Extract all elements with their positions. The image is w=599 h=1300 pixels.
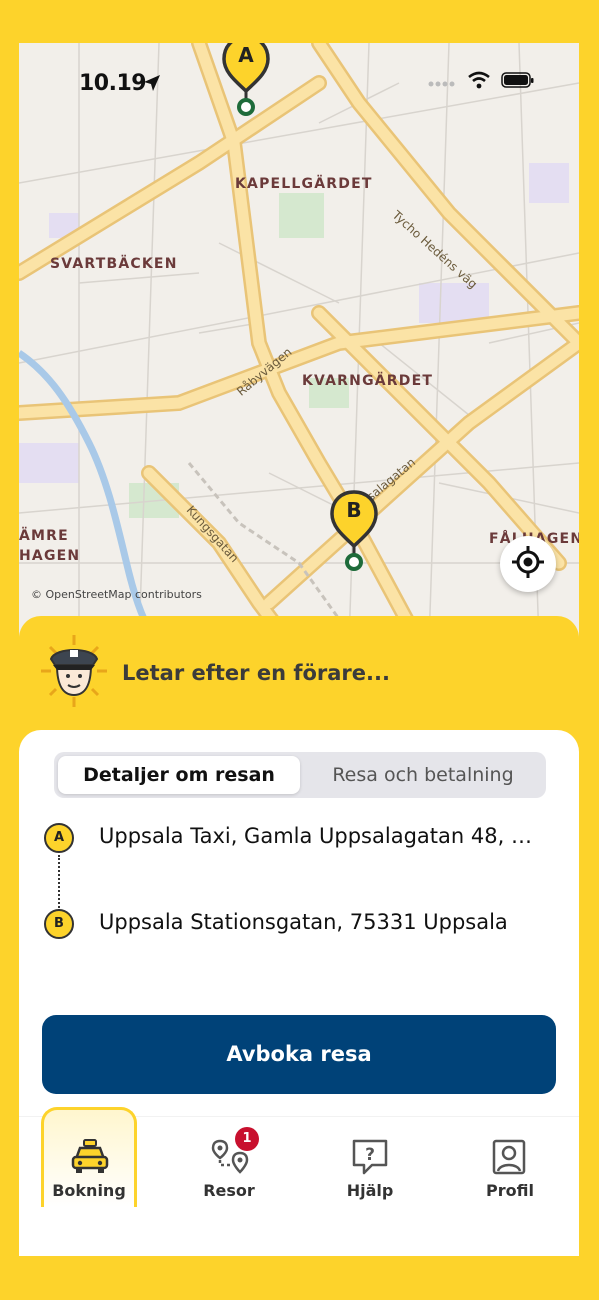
battery-icon: [501, 71, 535, 93]
tab-trip-details[interactable]: Detaljer om resan: [58, 756, 300, 794]
pin-a-label: A: [238, 43, 254, 67]
district-label: HAGEN: [19, 548, 81, 564]
nav-help-label: Hjälp: [346, 1181, 394, 1200]
cancel-ride-button[interactable]: Avboka resa: [42, 1015, 556, 1094]
district-label: SVARTBÄCKEN: [50, 256, 178, 272]
signal-icon: [427, 73, 457, 92]
locate-me-button[interactable]: [500, 536, 556, 592]
svg-text:?: ?: [365, 1145, 375, 1165]
taxi-icon: [71, 1139, 109, 1179]
tab-trip-and-payment[interactable]: Resa och betalning: [304, 756, 542, 794]
pin-b-label: B: [346, 498, 362, 522]
map-background: [19, 43, 579, 643]
status-bar: 10.19: [19, 43, 579, 123]
nav-booking[interactable]: Bokning: [41, 1117, 137, 1256]
wifi-icon: [467, 71, 491, 93]
nav-help[interactable]: ? Hjälp: [322, 1117, 418, 1256]
nav-profile-label: Profil: [486, 1181, 534, 1200]
map-attribution[interactable]: © OpenStreetMap contributors: [31, 588, 202, 601]
status-time: 10.19: [79, 71, 147, 96]
segmented-control: Detaljer om resan Resa och betalning: [54, 752, 546, 798]
profile-icon: [492, 1139, 526, 1179]
nav-trips-label: Resor: [203, 1181, 255, 1200]
stop-b-badge: B: [44, 909, 74, 939]
district-label: KAPELLGÄRDET: [235, 176, 373, 192]
map-view[interactable]: 10.19 KAPELLGÄRDET SVARTBÄCKEN KVARNGÄRD…: [19, 43, 579, 643]
help-icon: ?: [352, 1139, 388, 1179]
route-connector: [58, 855, 62, 911]
stop-a-badge: A: [44, 823, 74, 853]
pickup-pin[interactable]: A: [221, 43, 271, 121]
search-status-text: Letar efter en förare...: [122, 661, 390, 685]
nav-trips[interactable]: Resor: [181, 1117, 277, 1256]
district-label: ÄMRE: [19, 528, 69, 544]
trips-count-badge: 1: [235, 1127, 259, 1151]
nav-booking-label: Bokning: [52, 1181, 126, 1200]
pickup-address[interactable]: Uppsala Taxi, Gamla Uppsalagatan 48, Upp…: [99, 824, 539, 848]
district-label: KVARNGÄRDET: [302, 373, 434, 389]
nav-profile[interactable]: Profil: [462, 1117, 558, 1256]
dropoff-address[interactable]: Uppsala Stationsgatan, 75331 Uppsala: [99, 910, 539, 934]
dropoff-pin[interactable]: B: [329, 490, 379, 576]
bottom-navigation: Bokning Resor 1 ? Hjälp Profil: [19, 1107, 579, 1256]
app-screen: 10.19 KAPELLGÄRDET SVARTBÄCKEN KVARNGÄRD…: [19, 43, 579, 1256]
crosshair-icon: [511, 545, 545, 583]
location-arrow-icon: [143, 74, 161, 96]
driver-searching-icon: [41, 635, 107, 711]
